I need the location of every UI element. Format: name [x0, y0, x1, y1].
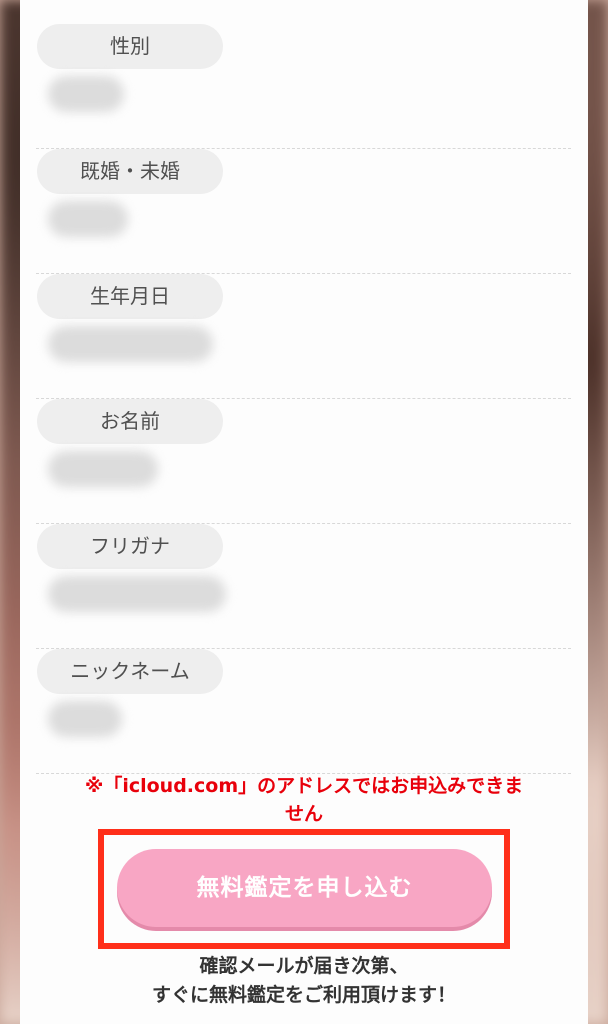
field-gender: 性別 [36, 24, 571, 149]
note-line-2: すぐに無料鑑定をご利用頂けます！ [151, 984, 456, 1006]
field-label: ニックネーム [37, 649, 223, 694]
warning-line-2: せん [284, 803, 323, 825]
field-marital-status: 既婚・未婚 [36, 149, 571, 274]
field-label: 既婚・未婚 [37, 149, 223, 194]
field-label: フリガナ [37, 524, 223, 569]
redacted-value [48, 201, 128, 237]
apply-free-reading-button[interactable]: 無料鑑定を申し込む [117, 849, 492, 927]
field-nickname: ニックネーム [36, 649, 571, 774]
field-label: 生年月日 [37, 274, 223, 319]
field-birthdate: 生年月日 [36, 274, 571, 399]
redacted-value [48, 76, 124, 112]
confirmation-note: 確認メールが届き次第、 すぐに無料鑑定をご利用頂けます！ [20, 952, 588, 1010]
note-line-1: 確認メールが届き次第、 [199, 955, 409, 977]
icloud-warning: ※「icloud.com」のアドレスではお申込みできま せん [20, 772, 588, 828]
field-label: お名前 [37, 399, 223, 444]
field-name: お名前 [36, 399, 571, 524]
redacted-value [48, 451, 158, 487]
warning-line-1: ※「icloud.com」のアドレスではお申込みできま [84, 775, 524, 797]
redacted-value [48, 701, 122, 737]
redacted-value [48, 326, 213, 362]
field-furigana: フリガナ [36, 524, 571, 649]
field-label: 性別 [37, 24, 223, 69]
redacted-value [48, 576, 226, 612]
